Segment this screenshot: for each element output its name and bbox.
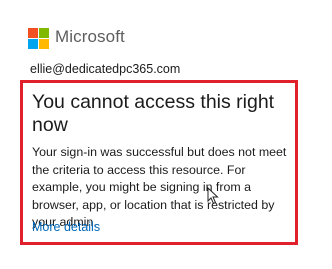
error-panel: You cannot access this right now Your si… [20,80,298,245]
logo-square-red [28,28,38,38]
brand-name: Microsoft [55,27,125,46]
sign-in-page: Microsoft ellie@dedicatedpc365.com You c… [0,0,332,269]
more-details-link[interactable]: More details [32,220,100,234]
logo-square-blue [28,39,38,49]
microsoft-logo-icon [28,28,49,49]
logo-square-green [39,28,49,38]
error-message: Your sign-in was successful but does not… [32,145,287,229]
error-title: You cannot access this right now [32,91,275,136]
mouse-pointer-icon [207,187,219,205]
logo-square-yellow [39,39,49,49]
account-email: ellie@dedicatedpc365.com [30,62,181,76]
